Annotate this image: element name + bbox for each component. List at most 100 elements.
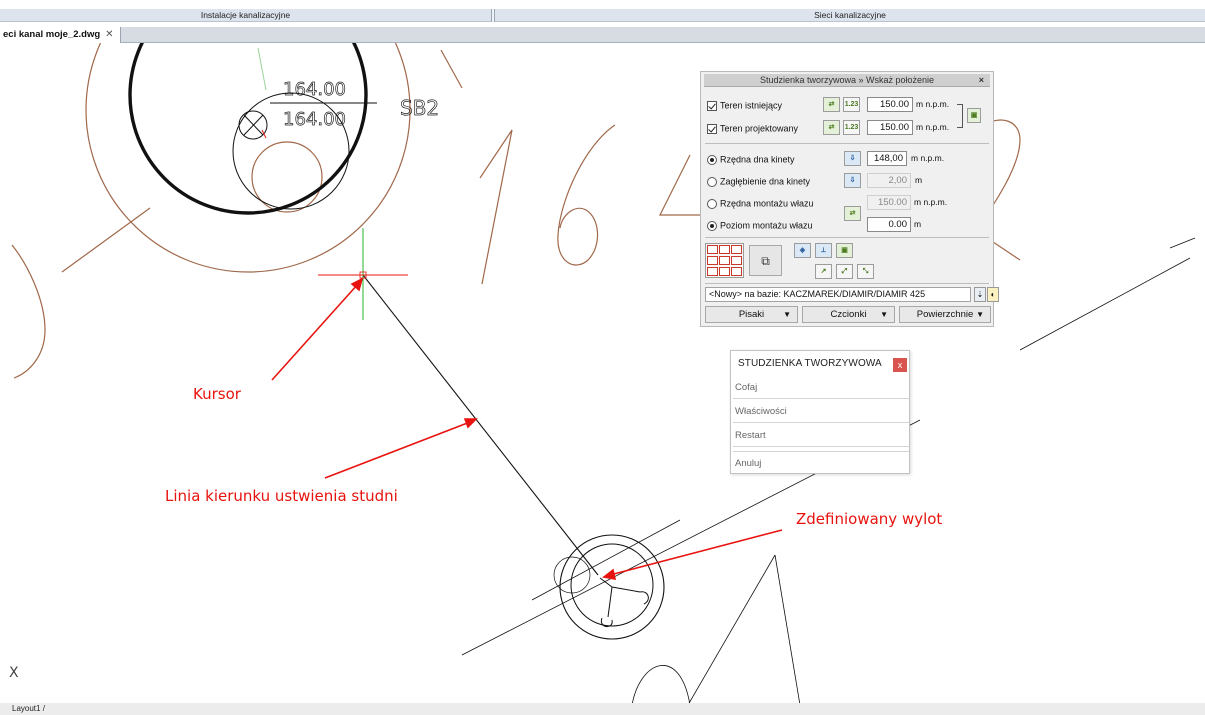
base-type-combo[interactable]: <Nowy> na bazie: KACZMAREK/DIAMIR/DIAMIR… [705, 287, 971, 302]
rzedna-wlazu-input[interactable]: 150.00 [867, 195, 911, 210]
menu-item-cofaj[interactable]: Cofaj [733, 376, 909, 399]
teren-projektowany-unit: m n.p.m. [916, 122, 950, 132]
anchor-top-right[interactable] [731, 245, 742, 254]
annotation-linia: Linia kierunku ustwienia studni [165, 487, 398, 505]
snap-object-icon[interactable]: ▣ [836, 243, 853, 258]
rzedna-dna-input[interactable]: 148,00 [867, 151, 907, 166]
elevation-bottom-label: 164.00 [283, 109, 346, 130]
checkbox-icon[interactable] [707, 100, 717, 111]
zaglebienie-radio[interactable]: Zagłębienie dna kinety [707, 173, 810, 189]
ucs-x-label: X [9, 665, 19, 681]
anchor-bottom[interactable] [719, 267, 730, 276]
chevron-down-icon: ▼ [880, 310, 888, 319]
value-icon[interactable]: 1.23 [843, 120, 860, 135]
depth-pick-icon[interactable]: ⇩ [844, 173, 861, 188]
annotation-wylot: Zdefiniowany wylot [796, 510, 943, 528]
ribbon-tab-sieci[interactable]: Sieci kanalizacyjne [495, 9, 1205, 22]
anchor-top[interactable] [719, 245, 730, 254]
terrain-curve-left [11, 244, 46, 379]
rzedna-wlazu-label: Rzędna montażu włazu [720, 198, 814, 209]
node-name-label: SB2 [400, 96, 439, 120]
close-icon[interactable]: ✕ [105, 29, 113, 40]
catalog-icon[interactable]: ⇣ [974, 287, 986, 302]
teren-istniejacy-checkbox[interactable]: Teren istniejący [707, 97, 782, 113]
separator [705, 283, 989, 284]
well-outer-terrain-circle [85, 43, 411, 273]
poziom-wlazu-radio[interactable]: Poziom montażu włazu [707, 217, 813, 233]
status-bar: Layout1 / [0, 703, 1205, 715]
rzedna-wlazu-radio[interactable]: Rzędna montażu włazu [707, 195, 814, 211]
chevron-down-icon: ▼ [783, 310, 791, 319]
insert-block-button[interactable]: ⧉ [749, 245, 782, 276]
panel-title: Studzienka tworzywowa » Wskaż położenie [759, 75, 935, 85]
bulb-icon[interactable]: ◐ [987, 287, 999, 302]
poziom-wlazu-unit: m [914, 219, 922, 229]
terrain-line-left [61, 207, 151, 273]
outlet-pipe [600, 586, 649, 627]
manhole-pick-icon[interactable]: ⇄ [844, 206, 861, 221]
anchor-top-left[interactable] [707, 245, 718, 254]
triangle-right [774, 554, 801, 703]
zaglebienie-input[interactable]: 2,00 [867, 173, 911, 188]
radio-icon[interactable] [707, 220, 717, 231]
document-tab[interactable]: eci kanal moje_2.dwg ✕ [0, 27, 121, 43]
close-icon[interactable]: x [893, 358, 907, 372]
terrain-digit-six [557, 124, 616, 266]
guide-line-right [1019, 257, 1191, 351]
poziom-wlazu-input[interactable]: 0.00 [867, 217, 911, 232]
terrain-pick-icon[interactable]: ⇄ [823, 97, 840, 112]
drawing-canvas[interactable]: 164.00 164.00 SB2 [0, 43, 1205, 703]
terrain-pick-icon[interactable]: ⇄ [823, 120, 840, 135]
ribbon-tab-instalacje[interactable]: Instalacje kanalizacyjne [0, 9, 491, 22]
teren-projektowany-checkbox[interactable]: Teren projektowany [707, 120, 798, 136]
menu-item-anuluj[interactable]: Anuluj [733, 451, 909, 474]
context-menu: STUDZIENKA TWORZYWOWA x Cofaj Właściwośc… [730, 350, 910, 474]
layout-tab[interactable]: Layout1 [12, 704, 40, 713]
anchor-left[interactable] [707, 256, 718, 265]
snap-line-icon[interactable]: ⟂ [815, 243, 832, 258]
teren-istniejacy-unit: m n.p.m. [916, 99, 950, 109]
teren-projektowany-input[interactable]: 150.00 [867, 120, 913, 135]
insertion-point-grid[interactable] [705, 243, 744, 278]
rzedna-dna-radio[interactable]: Rzędna dna kinety [707, 151, 795, 167]
radio-icon[interactable] [707, 176, 717, 187]
guide-line-right-2 [1169, 237, 1196, 249]
menu-item-wlasciwosci[interactable]: Właściwości [733, 400, 909, 423]
anchor-bottom-left[interactable] [707, 267, 718, 276]
radio-icon[interactable] [707, 198, 717, 209]
bottom-arc [632, 665, 690, 703]
elevation-top-label: 164.00 [283, 79, 346, 100]
outlet-well-inner [570, 543, 654, 627]
terrain-line-upper [440, 49, 463, 89]
rzedna-dna-unit: m n.p.m. [911, 153, 945, 163]
close-icon[interactable]: × [979, 74, 984, 87]
powierzchnie-label: Powierzchnie [916, 309, 974, 320]
czcionki-dropdown[interactable]: Czcionki ▼ [802, 306, 895, 323]
teren-projektowany-label: Teren projektowany [720, 123, 799, 134]
anchor-center[interactable] [719, 256, 730, 265]
panel-title-bar[interactable]: Studzienka tworzywowa » Wskaż położenie … [704, 74, 990, 87]
annotation-kursor: Kursor [193, 385, 241, 403]
checkbox-icon[interactable] [707, 123, 717, 134]
anchor-right[interactable] [731, 256, 742, 265]
link-terrain-icon[interactable]: ▣ [967, 108, 981, 123]
direction-icon-2[interactable]: ⤢ [836, 264, 853, 279]
direction-icon-1[interactable]: ↗ [815, 264, 832, 279]
powierzchnie-dropdown[interactable]: Powierzchnie ▼ [899, 306, 991, 323]
teren-istniejacy-label: Teren istniejący [720, 100, 783, 111]
guide-line-mid [531, 519, 681, 601]
menu-item-restart[interactable]: Restart [733, 424, 909, 447]
document-tab-label: eci kanal moje_2.dwg [3, 29, 101, 40]
teren-istniejacy-input[interactable]: 150.00 [867, 97, 913, 112]
value-icon[interactable]: 1.23 [843, 97, 860, 112]
radio-icon[interactable] [707, 154, 717, 165]
bottom-pick-icon[interactable]: ⇩ [844, 151, 861, 166]
triangle-left [688, 554, 776, 703]
pisaki-dropdown[interactable]: Pisaki ▼ [705, 306, 798, 323]
snap-center-icon[interactable]: ◈ [794, 243, 811, 258]
pisaki-label: Pisaki [738, 309, 765, 320]
context-menu-title: STUDZIENKA TWORZYWOWA [738, 358, 882, 369]
direction-icon-3[interactable]: ⤡ [857, 264, 874, 279]
terrain-digit-one [479, 129, 513, 285]
anchor-bottom-right[interactable] [731, 267, 742, 276]
